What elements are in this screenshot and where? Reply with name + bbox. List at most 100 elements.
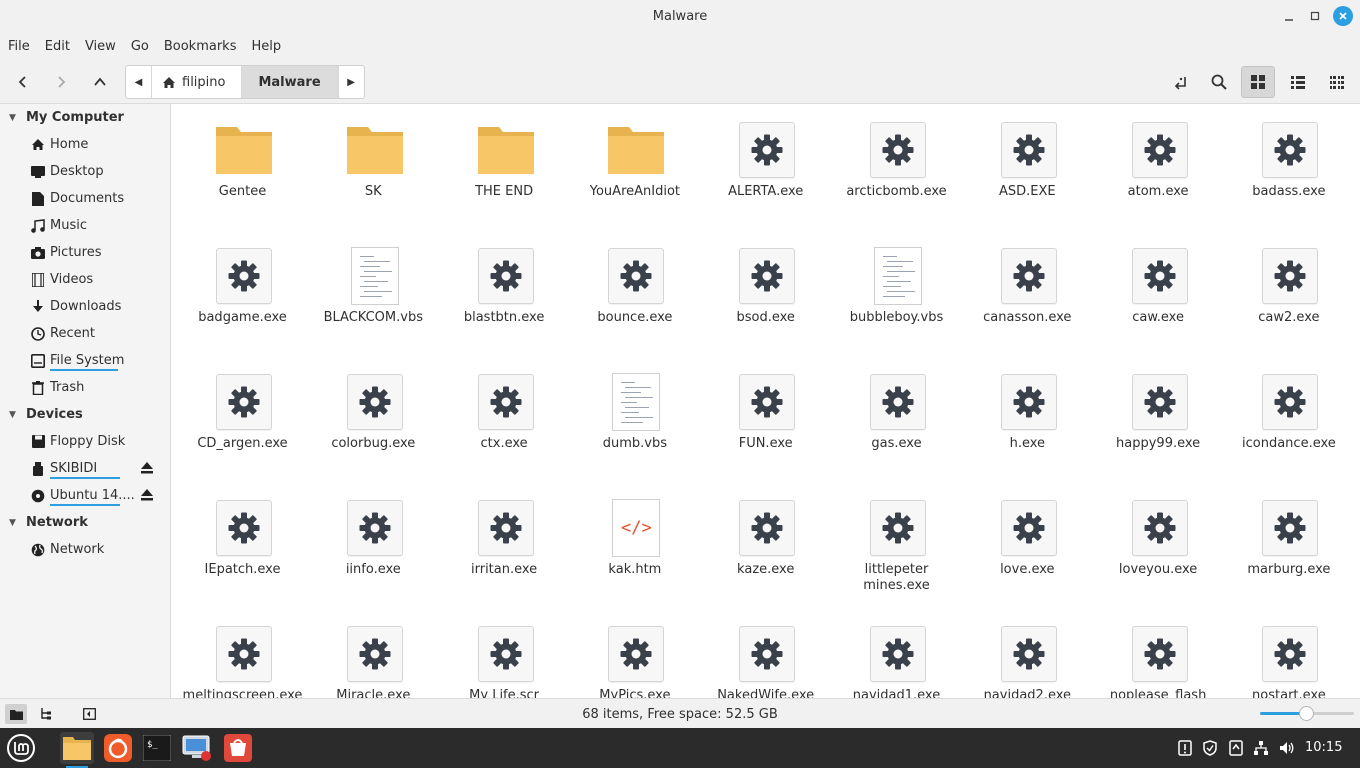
file-item[interactable]: irritan.exe [439,482,570,608]
network-icon[interactable] [1251,738,1271,758]
file-item[interactable]: </> kak.htm [569,482,700,608]
file-item[interactable]: Miracle.exe [308,608,439,698]
sidebar-item-videos[interactable]: Videos [0,266,170,293]
file-item[interactable]: My Life.scr [439,608,570,698]
sidebar-item-home[interactable]: Home [0,131,170,158]
file-item[interactable]: loveyou.exe [1093,482,1224,608]
compact-view-button[interactable] [1320,66,1354,98]
file-item[interactable]: BLACKCOM.vbs [308,230,439,356]
sidebar-item-floppy-disk[interactable]: Floppy Disk [0,428,170,455]
maximize-button[interactable] [1305,6,1325,26]
sidebar-section-devices[interactable]: ▼ Devices [0,401,83,428]
file-item[interactable]: IEpatch.exe [177,482,308,608]
zoom-slider-handle[interactable] [1299,706,1314,721]
file-item[interactable]: noplease_flash [1093,608,1224,698]
menu-view[interactable]: View [85,39,116,54]
sidebar-item-recent[interactable]: Recent [0,320,170,347]
zoom-slider[interactable] [1260,706,1354,721]
menu-edit[interactable]: Edit [45,39,70,54]
file-item[interactable]: caw.exe [1093,230,1224,356]
toggle-location-button[interactable] [1164,66,1198,98]
file-item[interactable]: ALERTA.exe [700,104,831,230]
file-item[interactable]: navidad2.exe [962,608,1093,698]
sidebar-item-pictures[interactable]: Pictures [0,239,170,266]
file-item[interactable]: gas.exe [831,356,962,482]
clock[interactable]: 10:15 [1305,740,1342,755]
search-button[interactable] [1202,66,1236,98]
file-item[interactable]: NakedWife.exe [700,608,831,698]
file-item[interactable]: blastbtn.exe [439,230,570,356]
breadcrumb-home[interactable]: filipino [152,66,243,98]
taskbar-remote-desktop-app[interactable] [180,732,214,764]
file-item[interactable]: atom.exe [1093,104,1224,230]
shield-icon[interactable] [1200,738,1220,758]
back-button[interactable] [10,70,36,94]
file-item[interactable]: h.exe [962,356,1093,482]
minimize-button[interactable] [1279,6,1299,26]
notification-icon[interactable] [1175,738,1195,758]
file-item[interactable]: happy99.exe [1093,356,1224,482]
sidebar-item-music[interactable]: Music [0,212,170,239]
file-item[interactable]: arcticbomb.exe [831,104,962,230]
icon-view-button[interactable] [1241,66,1275,98]
menu-go[interactable]: Go [131,39,149,54]
file-item[interactable]: CD_argen.exe [177,356,308,482]
eject-icon[interactable] [140,461,154,478]
menu-button[interactable] [4,732,38,764]
taskbar-terminal-app[interactable]: $_ [140,732,174,764]
sidebar-item-ubuntu[interactable]: Ubuntu 14.... [0,482,170,509]
menu-bookmarks[interactable]: Bookmarks [164,39,237,54]
eject-icon[interactable] [140,488,154,505]
file-item[interactable]: canasson.exe [962,230,1093,356]
sidebar-item-trash[interactable]: Trash [0,374,170,401]
file-item[interactable]: badgame.exe [177,230,308,356]
sidebar-section-my-computer[interactable]: ▼ My Computer [0,104,124,131]
forward-button[interactable] [48,70,74,94]
breadcrumb-right-button[interactable]: ▶ [337,66,364,98]
file-item[interactable]: bsod.exe [700,230,831,356]
sidebar-section-network[interactable]: ▼ Network [0,509,88,536]
file-item[interactable]: dumb.vbs [569,356,700,482]
sidebar-item-file-system[interactable]: File System [0,347,170,374]
breadcrumb-left-button[interactable]: ◀ [126,66,152,98]
file-item[interactable]: MyPics.exe [569,608,700,698]
sidebar-item-downloads[interactable]: Downloads [0,293,170,320]
file-item[interactable]: marburg.exe [1223,482,1354,608]
file-item[interactable]: meltingscreen.exe [177,608,308,698]
file-item[interactable]: nostart.exe [1223,608,1354,698]
taskbar-firefox-app[interactable] [101,732,135,764]
file-item[interactable]: YouAreAnIdiot [569,104,700,230]
file-item[interactable]: SK [308,104,439,230]
sidebar-item-desktop[interactable]: Desktop [0,158,170,185]
file-item[interactable]: THE END [439,104,570,230]
file-item[interactable]: kaze.exe [700,482,831,608]
up-button[interactable] [87,70,113,94]
menu-help[interactable]: Help [251,39,281,54]
file-item[interactable]: love.exe [962,482,1093,608]
file-item[interactable]: bubbleboy.vbs [831,230,962,356]
file-item[interactable]: caw2.exe [1223,230,1354,356]
file-item[interactable]: ASD.EXE [962,104,1093,230]
taskbar-files-app[interactable] [60,732,94,768]
file-item[interactable]: littlepeter mines.exe [831,482,962,608]
volume-icon[interactable] [1277,738,1297,758]
file-item[interactable]: FUN.exe [700,356,831,482]
file-item[interactable]: iinfo.exe [308,482,439,608]
file-item[interactable]: bounce.exe [569,230,700,356]
close-button[interactable] [1333,6,1353,26]
sidebar-item-documents[interactable]: Documents [0,185,170,212]
file-item[interactable]: icondance.exe [1223,356,1354,482]
list-view-button[interactable] [1281,66,1315,98]
menu-file[interactable]: File [8,39,30,54]
file-item[interactable]: colorbug.exe [308,356,439,482]
taskbar-mintinstall-app[interactable] [221,732,255,764]
update-manager-icon[interactable] [1226,738,1246,758]
sidebar-item-skibidi[interactable]: SKIBIDI [0,455,170,482]
sidebar-item-network[interactable]: Network [0,536,170,563]
file-item[interactable]: navidad1.exe [831,608,962,698]
file-name: colorbug.exe [331,436,416,451]
file-item[interactable]: Gentee [177,104,308,230]
breadcrumb-current[interactable]: Malware [242,66,338,98]
file-item[interactable]: ctx.exe [439,356,570,482]
file-item[interactable]: badass.exe [1223,104,1354,230]
